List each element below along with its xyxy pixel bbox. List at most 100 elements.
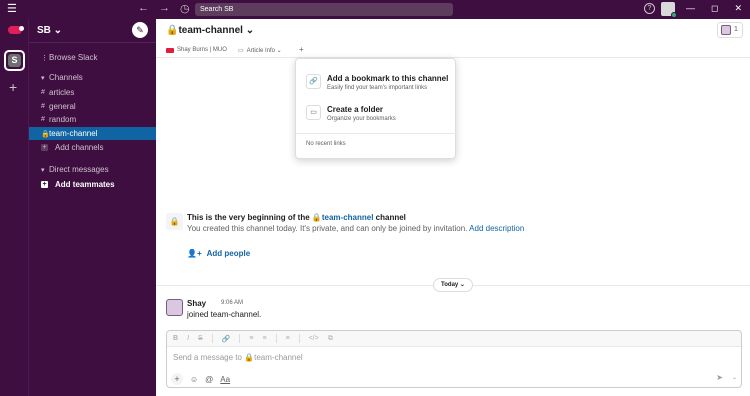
sidebar-header: SB ⌄ ✎ <box>29 19 156 43</box>
add-people-button[interactable]: 👤+ Add people <box>187 249 250 258</box>
chevron-down-icon[interactable]: ⌄ <box>732 374 737 381</box>
folder-icon: ▭ <box>306 105 321 120</box>
channel-intro-description: You created this channel today. It's pri… <box>187 224 524 233</box>
dm-section-header[interactable]: ▾ Direct messages <box>29 163 156 176</box>
message-composer: B I S 🔗 ≡ ≡ ≡ </> ⧉ Send a message to 🔒t… <box>166 330 742 388</box>
italic-icon[interactable]: I <box>187 335 189 342</box>
caret-down-icon: ▾ <box>41 74 45 82</box>
channel-link[interactable]: 🔒team-channel <box>312 213 374 222</box>
message-author[interactable]: Shay <box>187 299 206 308</box>
link-icon[interactable]: 🔗 <box>222 335 231 343</box>
notification-dot <box>19 26 24 31</box>
strikethrough-icon[interactable]: S <box>198 335 203 342</box>
toolbar-divider <box>275 334 277 343</box>
plus-icon: + <box>41 144 48 151</box>
add-workspace-icon[interactable]: + <box>9 79 17 95</box>
add-bookmark-button[interactable]: + <box>299 45 304 54</box>
sidebar-item-label: random <box>49 115 77 124</box>
blockquote-icon[interactable]: ≡ <box>286 335 290 342</box>
sidebar-item-browse[interactable]: ⋮ Browse Slack <box>29 51 156 64</box>
sidebar-item-general[interactable]: # general <box>29 100 156 113</box>
bulleted-list-icon[interactable]: ≡ <box>249 335 253 342</box>
hash-icon: # <box>41 103 45 110</box>
menu-divider <box>296 133 457 134</box>
back-icon[interactable]: ← <box>138 2 149 15</box>
user-avatar[interactable] <box>661 2 677 18</box>
avatar[interactable] <box>166 299 183 316</box>
mention-icon[interactable]: @ <box>205 375 213 384</box>
channel-header: 🔒team-channel ⌄ 1 <box>156 19 750 43</box>
send-icon[interactable]: ➤ <box>716 373 723 382</box>
bookmark-item[interactable]: Shay Burns | MUO <box>166 47 227 53</box>
menu-item-title: Create a folder <box>327 105 384 114</box>
sidebar-item-articles[interactable]: # articles <box>29 86 156 99</box>
intro-text: channel <box>373 213 406 222</box>
presence-dot <box>671 12 677 18</box>
forward-icon[interactable]: → <box>159 2 170 15</box>
menu-item-add-bookmark[interactable]: 🔗 Add a bookmark to this channel Easily … <box>296 67 457 99</box>
no-recent-links: No recent links <box>306 141 346 147</box>
sidebar-item-label: Add channels <box>55 143 104 152</box>
bookmark-label: Shay Burns | MUO <box>177 47 227 53</box>
plus-icon: + <box>41 181 48 188</box>
bookmark-label: Article Info ⌄ <box>246 48 282 54</box>
code-block-icon[interactable]: ⧉ <box>328 335 333 343</box>
plus-icon[interactable]: + <box>171 373 183 385</box>
channels-section-header[interactable]: ▾ Channels <box>29 71 156 84</box>
compose-icon[interactable]: ✎ <box>132 22 148 38</box>
member-avatar <box>721 25 731 35</box>
members-button[interactable]: 1 <box>717 22 743 38</box>
toolbar-divider <box>239 334 241 343</box>
toolbar-divider <box>211 334 213 343</box>
close-icon[interactable]: ✕ <box>734 3 742 14</box>
folder-icon: ▭ <box>238 48 244 54</box>
channel-title[interactable]: 🔒team-channel ⌄ <box>166 25 254 36</box>
workspace-switcher[interactable]: S <box>4 50 25 71</box>
section-label: Channels <box>49 73 83 82</box>
message-timestamp[interactable]: 9:06 AM <box>221 300 243 306</box>
menu-icon[interactable]: ☰ <box>7 4 17 15</box>
intro-text: This is the very beginning of the <box>187 213 312 222</box>
menu-item-create-folder[interactable]: ▭ Create a folder Organize your bookmark… <box>296 98 457 130</box>
help-icon[interactable]: ? <box>644 3 655 14</box>
sidebar-item-team-channel[interactable]: 🔒 team-channel <box>29 127 156 140</box>
add-teammates-button[interactable]: + Add teammates <box>29 178 156 191</box>
numbered-list-icon[interactable]: ≡ <box>263 335 267 342</box>
intro-desc-text: You created this channel today. It's pri… <box>187 224 470 233</box>
link-icon: 🔗 <box>306 74 321 89</box>
composer-tools: + ☺ @ Aa <box>171 373 230 385</box>
bold-icon[interactable]: B <box>173 335 178 342</box>
history-icon[interactable]: ◷ <box>180 2 190 15</box>
toolbar-divider <box>298 334 300 343</box>
sidebar-item-random[interactable]: # random <box>29 113 156 126</box>
lock-icon: 🔒 <box>166 213 183 230</box>
sidebar-item-label: Browse Slack <box>49 53 98 62</box>
search-bar[interactable]: Search SB <box>195 3 453 16</box>
text-format-icon[interactable]: Aa <box>220 375 230 384</box>
history-nav: ← → ◷ <box>138 2 190 15</box>
sidebar-item-label: team-channel <box>49 129 98 138</box>
channel-intro-title: This is the very beginning of the 🔒team-… <box>187 213 406 222</box>
emoji-icon[interactable]: ☺ <box>190 375 198 384</box>
sidebar: SB ⌄ ✎ ⋮ Browse Slack ▾ Channels # artic… <box>29 19 156 396</box>
add-channels-button[interactable]: + Add channels <box>29 141 156 154</box>
add-person-icon: 👤+ <box>187 249 202 258</box>
bookmark-folder[interactable]: ▭ Article Info ⌄ <box>238 47 282 54</box>
maximize-icon[interactable]: ◻ <box>711 3 718 14</box>
message-input[interactable]: Send a message to 🔒team-channel <box>173 353 303 362</box>
member-count: 1 <box>734 26 738 33</box>
browse-icon: ⋮ <box>41 54 48 62</box>
bookmark-favicon-icon <box>166 47 174 53</box>
menu-item-subtitle: Easily find your team's important links <box>327 85 428 91</box>
date-pill[interactable]: Today ⌄ <box>433 278 473 292</box>
menu-item-subtitle: Organize your bookmarks <box>327 116 396 122</box>
sidebar-item-label: articles <box>49 88 75 97</box>
hash-icon: # <box>41 89 45 96</box>
bookmark-add-menu: 🔗 Add a bookmark to this channel Easily … <box>295 58 457 159</box>
add-description-link[interactable]: Add description <box>469 224 524 233</box>
minimize-icon[interactable]: — <box>686 3 695 14</box>
code-icon[interactable]: </> <box>309 335 319 342</box>
sidebar-item-label: general <box>49 102 76 111</box>
workspace-name[interactable]: SB ⌄ <box>37 25 62 36</box>
window-controls: — ◻ ✕ <box>686 3 742 14</box>
